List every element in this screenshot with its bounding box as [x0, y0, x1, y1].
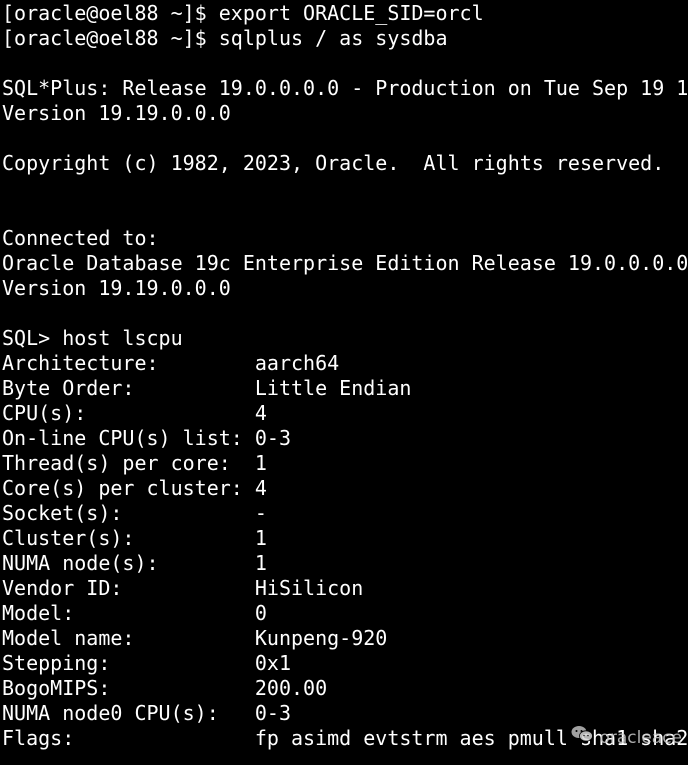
- terminal-line: Oracle Database 19c Enterprise Edition R…: [2, 251, 688, 275]
- wechat-icon: [571, 725, 594, 751]
- terminal-line: Socket(s): -: [2, 501, 267, 525]
- terminal-line: Byte Order: Little Endian: [2, 376, 412, 400]
- terminal-line: BogoMIPS: 200.00: [2, 676, 328, 700]
- terminal-line: [oracle@oel88 ~]$ sqlplus / as sysdba: [2, 26, 448, 50]
- terminal-line: NUMA node0 CPU(s): 0-3: [2, 701, 291, 725]
- terminal-line: Stepping: 0x1: [2, 651, 291, 675]
- terminal-line: Core(s) per cluster: 4: [2, 476, 267, 500]
- terminal-output: [oracle@oel88 ~]$ export ORACLE_SID=orcl…: [2, 1, 688, 751]
- terminal-line: Cluster(s): 1: [2, 526, 267, 550]
- watermark-text: oracleace: [599, 727, 682, 748]
- terminal-line: Architecture: aarch64: [2, 351, 340, 375]
- terminal-line: NUMA node(s): 1: [2, 551, 267, 575]
- terminal-line: Model: 0: [2, 601, 267, 625]
- terminal-line: Thread(s) per core: 1: [2, 451, 267, 475]
- terminal-line: Version 19.19.0.0.0: [2, 101, 231, 125]
- terminal-line: Connected to:: [2, 226, 159, 250]
- terminal-line: On-line CPU(s) list: 0-3: [2, 426, 291, 450]
- terminal-line: Copyright (c) 1982, 2023, Oracle. All ri…: [2, 151, 665, 175]
- terminal-line: Version 19.19.0.0.0: [2, 276, 231, 300]
- terminal-line: CPU(s): 4: [2, 401, 267, 425]
- terminal-line: SQL> host lscpu: [2, 326, 183, 350]
- terminal-line: [oracle@oel88 ~]$ export ORACLE_SID=orcl: [2, 1, 484, 25]
- terminal-line: Model name: Kunpeng-920: [2, 626, 388, 650]
- watermark: oracleace: [571, 725, 682, 751]
- terminal-line: Vendor ID: HiSilicon: [2, 576, 364, 600]
- terminal-window[interactable]: [oracle@oel88 ~]$ export ORACLE_SID=orcl…: [0, 0, 688, 765]
- terminal-line: SQL*Plus: Release 19.0.0.0.0 - Productio…: [2, 76, 688, 100]
